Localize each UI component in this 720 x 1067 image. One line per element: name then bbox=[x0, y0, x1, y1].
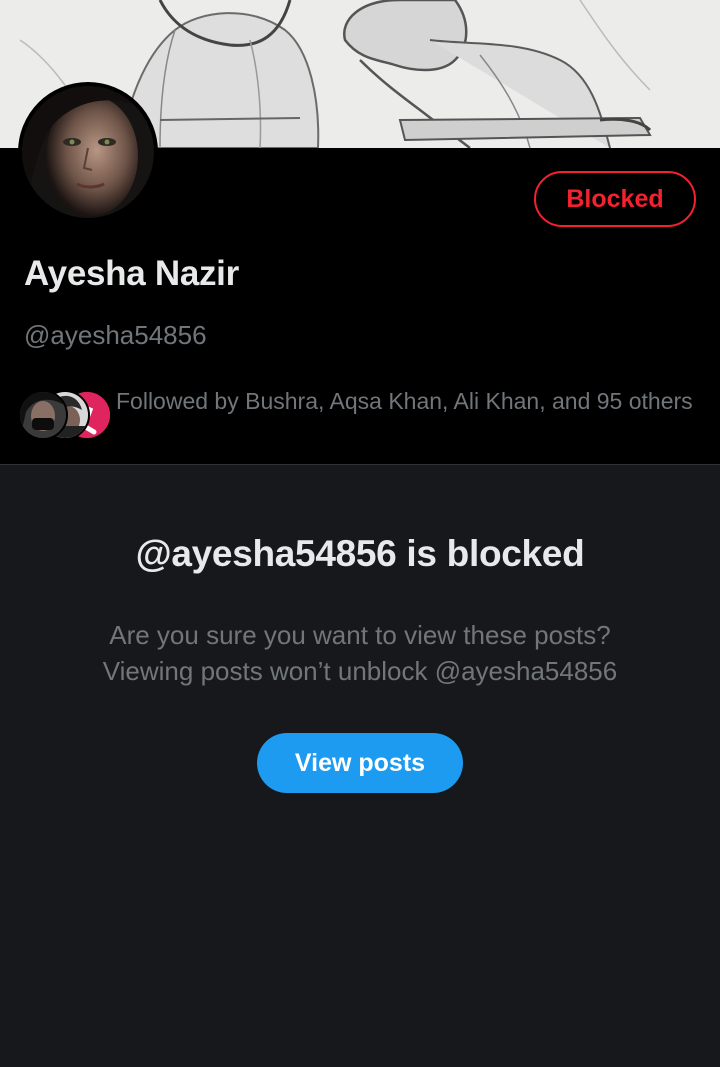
blocked-description-line2: Viewing posts won’t unblock @ayesha54856 bbox=[102, 656, 618, 686]
profile-handle: @ayesha54856 bbox=[24, 320, 207, 350]
followed-by-text[interactable]: Followed by Bushra, Aqsa Khan, Ali Khan,… bbox=[116, 384, 696, 418]
display-name: Ayesha Nazir bbox=[24, 254, 239, 293]
profile-avatar[interactable] bbox=[18, 82, 158, 222]
avatar-photo bbox=[22, 86, 154, 218]
profile-page: Blocked Ayesha Nazir @ayesha54856 Follow… bbox=[0, 0, 720, 1067]
blocked-notice: @ayesha54856 is blocked Are you sure you… bbox=[0, 464, 720, 1067]
blocked-button[interactable]: Blocked bbox=[534, 171, 696, 227]
blocked-description-line1: Are you sure you want to view these post… bbox=[109, 620, 611, 650]
follower-avatar bbox=[18, 390, 68, 440]
view-posts-button[interactable]: View posts bbox=[257, 733, 463, 793]
blocked-description: Are you sure you want to view these post… bbox=[0, 617, 720, 689]
followers-avatars[interactable] bbox=[18, 390, 112, 440]
blocked-title: @ayesha54856 is blocked bbox=[135, 533, 585, 574]
